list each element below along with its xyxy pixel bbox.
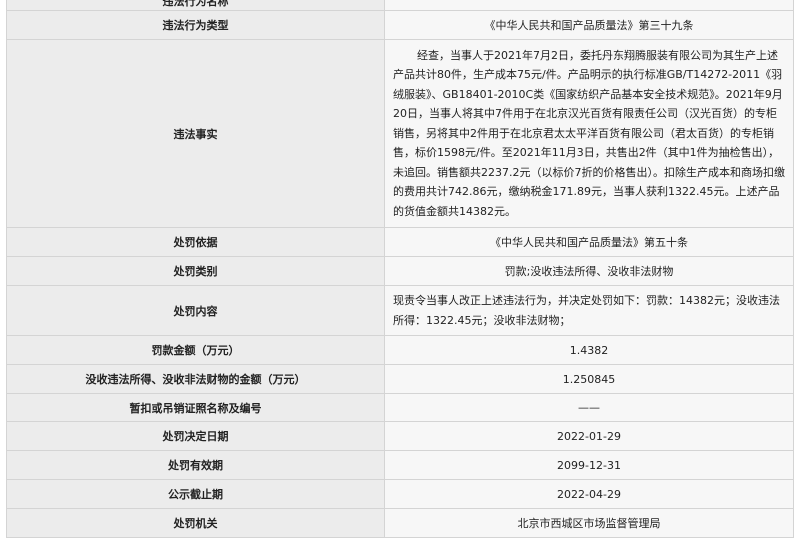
row-value: 经查，当事人于2021年7月2日，委托丹东翔腾服装有限公司为其生产上述产品共计8… [384, 39, 794, 228]
row-label: 违法行为类型 [6, 10, 385, 40]
row-value: 2022-04-29 [384, 479, 794, 509]
row-value: 《中华人民共和国产品质量法》第五十条 [384, 227, 794, 257]
table-row: 罚款金额（万元） 1.4382 [6, 335, 794, 365]
row-value: 1.4382 [384, 335, 794, 365]
row-label: 公示截止期 [6, 479, 385, 509]
table-row: 违法行为名称 [6, 0, 794, 11]
penalty-info-table: 违法行为名称 违法行为类型 《中华人民共和国产品质量法》第三十九条 违法事实 经… [6, 0, 794, 538]
table-row: 处罚内容 现责令当事人改正上述违法行为，并决定处罚如下：罚款：14382元；没收… [6, 285, 794, 336]
table-row: 处罚决定日期 2022-01-29 [6, 421, 794, 451]
row-value [384, 0, 794, 11]
row-label: 处罚有效期 [6, 450, 385, 480]
row-label: 处罚依据 [6, 227, 385, 257]
row-label: 暂扣或吊销证照名称及编号 [6, 393, 385, 422]
table-row: 没收违法所得、没收非法财物的金额（万元） 1.250845 [6, 364, 794, 394]
table-row: 公示截止期 2022-04-29 [6, 479, 794, 509]
row-label: 处罚类别 [6, 256, 385, 286]
row-value: 2099-12-31 [384, 450, 794, 480]
row-value: 1.250845 [384, 364, 794, 394]
row-value: 北京市西城区市场监督管理局 [384, 508, 794, 538]
table-row: 处罚机关 北京市西城区市场监督管理局 [6, 508, 794, 538]
row-label: 处罚内容 [6, 285, 385, 336]
row-label: 罚款金额（万元） [6, 335, 385, 365]
table-row: 处罚有效期 2099-12-31 [6, 450, 794, 480]
row-label: 违法行为名称 [6, 0, 385, 11]
table-row: 处罚类别 罚款;没收违法所得、没收非法财物 [6, 256, 794, 286]
row-label: 处罚机关 [6, 508, 385, 538]
table-row: 违法事实 经查，当事人于2021年7月2日，委托丹东翔腾服装有限公司为其生产上述… [6, 39, 794, 228]
row-value: 罚款;没收违法所得、没收非法财物 [384, 256, 794, 286]
table-row: 处罚依据 《中华人民共和国产品质量法》第五十条 [6, 227, 794, 257]
row-value: —— [384, 393, 794, 422]
row-label: 处罚决定日期 [6, 421, 385, 451]
row-label: 违法事实 [6, 39, 385, 228]
row-value: 2022-01-29 [384, 421, 794, 451]
table-row: 暂扣或吊销证照名称及编号 —— [6, 393, 794, 422]
row-value: 《中华人民共和国产品质量法》第三十九条 [384, 10, 794, 40]
row-value: 现责令当事人改正上述违法行为，并决定处罚如下：罚款：14382元；没收违法所得：… [384, 285, 794, 336]
row-label: 没收违法所得、没收非法财物的金额（万元） [6, 364, 385, 394]
table-row: 违法行为类型 《中华人民共和国产品质量法》第三十九条 [6, 10, 794, 40]
